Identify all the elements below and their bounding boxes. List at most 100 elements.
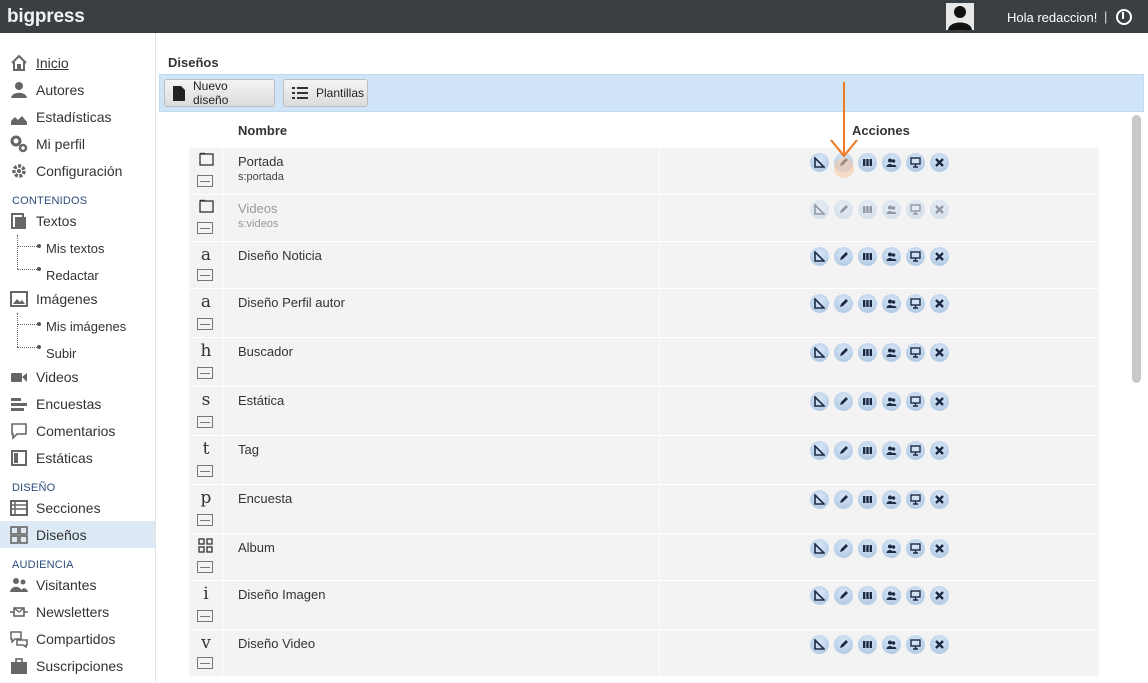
users-button[interactable] [882, 586, 901, 605]
sidebar-item-estaticas[interactable]: Estáticas [0, 444, 155, 471]
design-name[interactable]: Diseño Noticia [238, 248, 322, 263]
sidebar-item-encuestas[interactable]: Encuestas [0, 390, 155, 417]
sidebar-item-newsletters[interactable]: Newsletters [0, 598, 155, 625]
sidebar-subitem-mis-imagenes[interactable]: Mis imágenes [46, 319, 126, 334]
columns-button[interactable] [858, 247, 877, 266]
layout-button[interactable] [810, 343, 829, 362]
sidebar-item-comentarios[interactable]: Comentarios [0, 417, 155, 444]
design-name[interactable]: Diseño Video [238, 636, 315, 651]
sidebar-item-disenos[interactable]: Diseños [0, 521, 155, 548]
delete-x-button[interactable] [930, 294, 949, 313]
avatar[interactable] [946, 3, 974, 30]
users-button[interactable] [882, 247, 901, 266]
preview-monitor-button[interactable] [906, 490, 925, 509]
columns-button[interactable] [858, 490, 877, 509]
preview-monitor-button[interactable] [906, 586, 925, 605]
table-row[interactable]: s Estática [189, 387, 1099, 436]
edit-pencil-button[interactable] [834, 392, 853, 411]
delete-x-button[interactable] [930, 586, 949, 605]
preview-monitor-button[interactable] [906, 153, 925, 172]
layout-button[interactable] [810, 294, 829, 313]
users-button[interactable] [882, 539, 901, 558]
preview-monitor-button[interactable] [906, 343, 925, 362]
sidebar-item-textos[interactable]: Textos [0, 207, 155, 234]
new-design-button[interactable]: Nuevo diseño [164, 79, 275, 107]
edit-pencil-button[interactable] [834, 294, 853, 313]
delete-x-button[interactable] [930, 441, 949, 460]
users-button[interactable] [882, 343, 901, 362]
edit-pencil-button[interactable] [834, 539, 853, 558]
sidebar-item-inicio[interactable]: Inicio [0, 49, 155, 76]
design-name[interactable]: Estática [238, 393, 284, 408]
edit-pencil-button[interactable] [834, 247, 853, 266]
design-name[interactable]: Videos [238, 201, 278, 216]
preview-monitor-button[interactable] [906, 635, 925, 654]
design-name[interactable]: Diseño Perfil autor [238, 295, 345, 310]
columns-button[interactable] [858, 441, 877, 460]
edit-pencil-button[interactable] [834, 200, 853, 219]
edit-pencil-button[interactable] [834, 343, 853, 362]
templates-button[interactable]: Plantillas [283, 79, 368, 107]
columns-button[interactable] [858, 586, 877, 605]
sidebar-subitem-mis-textos[interactable]: Mis textos [46, 241, 105, 256]
sidebar-item-autores[interactable]: Autores [0, 76, 155, 103]
users-button[interactable] [882, 392, 901, 411]
layout-button[interactable] [810, 539, 829, 558]
vertical-scrollbar[interactable] [1132, 115, 1141, 383]
sidebar-item-mi-perfil[interactable]: Mi perfil [0, 130, 155, 157]
layout-button[interactable] [810, 247, 829, 266]
edit-pencil-button[interactable] [834, 490, 853, 509]
delete-x-button[interactable] [930, 539, 949, 558]
design-name[interactable]: Album [238, 540, 275, 555]
design-name[interactable]: Buscador [238, 344, 293, 359]
design-name[interactable]: Tag [238, 442, 259, 457]
delete-x-button[interactable] [930, 247, 949, 266]
layout-button[interactable] [810, 635, 829, 654]
delete-x-button[interactable] [930, 200, 949, 219]
design-name[interactable]: Diseño Imagen [238, 587, 325, 602]
sidebar-item-estadisticas[interactable]: Estadísticas [0, 103, 155, 130]
greeting-text[interactable]: Hola redaccion! [1007, 10, 1097, 25]
table-row[interactable]: Album [189, 534, 1099, 581]
preview-monitor-button[interactable] [906, 392, 925, 411]
edit-pencil-button[interactable] [834, 635, 853, 654]
users-button[interactable] [882, 153, 901, 172]
users-button[interactable] [882, 635, 901, 654]
sidebar-item-videos[interactable]: Videos [0, 363, 155, 390]
users-button[interactable] [882, 200, 901, 219]
sidebar-subitem-subir[interactable]: Subir [46, 346, 76, 361]
table-row[interactable]: h Buscador [189, 338, 1099, 387]
columns-button[interactable] [858, 200, 877, 219]
table-row[interactable]: Portada s:portada [189, 148, 1099, 195]
sidebar-item-secciones[interactable]: Secciones [0, 494, 155, 521]
preview-monitor-button[interactable] [906, 200, 925, 219]
preview-monitor-button[interactable] [906, 247, 925, 266]
layout-button[interactable] [810, 490, 829, 509]
delete-x-button[interactable] [930, 635, 949, 654]
table-row[interactable]: a Diseño Noticia [189, 242, 1099, 289]
sidebar-item-imagenes[interactable]: Imágenes [0, 285, 155, 312]
delete-x-button[interactable] [930, 153, 949, 172]
table-row[interactable]: t Tag [189, 436, 1099, 485]
layout-button[interactable] [810, 392, 829, 411]
layout-button[interactable] [810, 153, 829, 172]
table-row[interactable]: v Diseño Video [189, 630, 1099, 677]
design-name[interactable]: Portada [238, 154, 284, 169]
users-button[interactable] [882, 294, 901, 313]
columns-button[interactable] [858, 343, 877, 362]
logout-power-icon[interactable] [1116, 9, 1132, 25]
columns-button[interactable] [858, 294, 877, 313]
preview-monitor-button[interactable] [906, 539, 925, 558]
table-row[interactable]: Videos s:videos [189, 195, 1099, 242]
table-row[interactable]: i Diseño Imagen [189, 581, 1099, 630]
delete-x-button[interactable] [930, 392, 949, 411]
sidebar-item-compartidos[interactable]: Compartidos [0, 625, 155, 652]
users-button[interactable] [882, 441, 901, 460]
sidebar-subitem-redactar[interactable]: Redactar [46, 268, 99, 283]
edit-pencil-button[interactable] [834, 586, 853, 605]
table-row[interactable]: a Diseño Perfil autor [189, 289, 1099, 338]
columns-button[interactable] [858, 635, 877, 654]
preview-monitor-button[interactable] [906, 441, 925, 460]
table-row[interactable]: p Encuesta [189, 485, 1099, 534]
design-name[interactable]: Encuesta [238, 491, 292, 506]
